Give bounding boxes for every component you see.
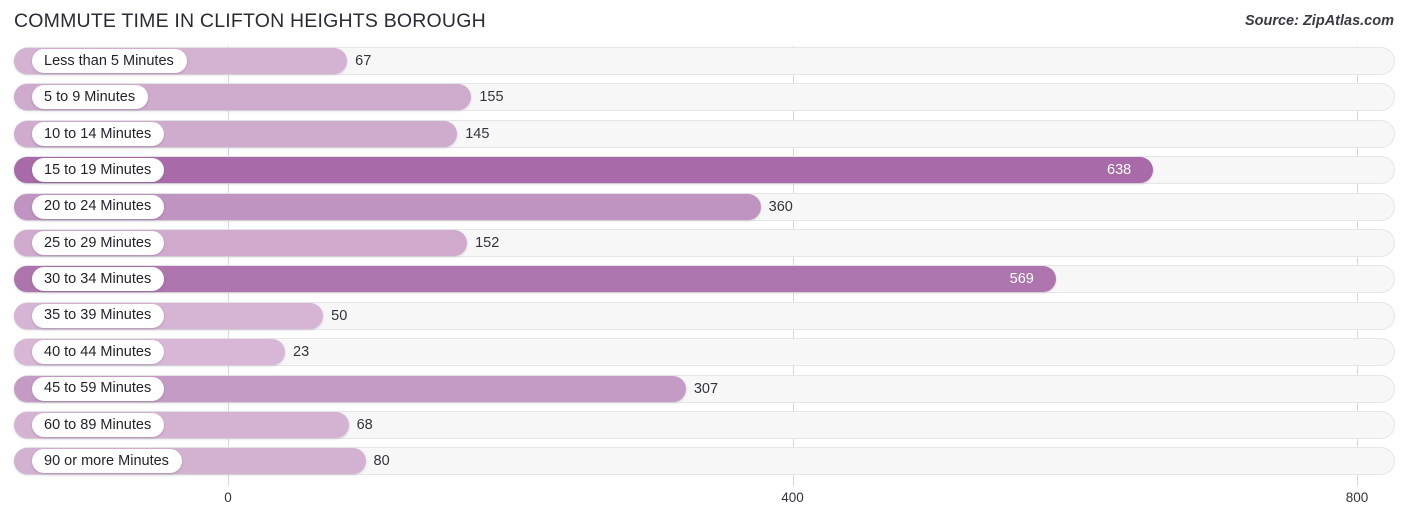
category-label: 90 or more Minutes [44,453,169,470]
bar-value-label: 307 [693,380,719,397]
category-label-pill: 25 to 29 Minutes [32,230,165,255]
category-label: 25 to 29 Minutes [44,234,152,251]
bar-value-label: 50 [331,307,348,324]
bar-value-label: 23 [293,344,310,361]
bar-value-label: 638 [1107,162,1132,179]
bar-row[interactable]: 20 to 24 Minutes 360 [0,192,1406,222]
x-axis: 0 400 800 [0,486,1406,523]
chart-plot-area: Less than 5 Minutes 67 5 to 9 Minutes 155 10… [0,46,1406,486]
bar-row[interactable]: 35 to 39 Minutes 50 [0,301,1406,331]
category-label-pill: 30 to 34 Minutes [32,267,165,292]
category-label: Less than 5 Minutes [44,52,174,69]
bar-row[interactable]: 10 to 14 Minutes 145 [0,119,1406,149]
category-label-pill: 45 to 59 Minutes [32,376,165,401]
bar-row[interactable]: 5 to 9 Minutes 155 [0,82,1406,112]
bar-value-label: 145 [465,125,490,142]
bar-row[interactable]: 45 to 59 Minutes 307 [0,374,1406,404]
x-tick-label: 0 [224,490,232,505]
category-label-pill: 90 or more Minutes [32,449,182,474]
category-label-pill: 5 to 9 Minutes [32,85,149,110]
source-attribution: Source: ZipAtlas.com [1244,13,1394,29]
bar-row[interactable]: 90 or more Minutes 80 [0,446,1406,476]
bar-value-label: 68 [356,416,373,433]
bar-rows: Less than 5 Minutes 67 5 to 9 Minutes 155 10… [0,46,1406,483]
bar-value-label: 67 [355,53,372,69]
bar-value-label: 152 [475,234,500,251]
bar-row[interactable]: 30 to 34 Minutes 569 [0,264,1406,294]
bar-row[interactable]: 25 to 29 Minutes 152 [0,228,1406,258]
category-label: 20 to 24 Minutes [44,198,152,215]
bar-value-label: 80 [373,453,390,470]
x-tick-label: 400 [781,490,804,505]
category-label: 35 to 39 Minutes [44,307,152,324]
bar-row[interactable]: Less than 5 Minutes 67 [0,46,1406,76]
category-label-pill: 10 to 14 Minutes [32,121,165,146]
category-label: 30 to 34 Minutes [44,271,152,288]
category-label: 15 to 19 Minutes [44,161,152,178]
value-bar[interactable] [14,266,1056,293]
bar-row[interactable]: 60 to 89 Minutes 68 [0,410,1406,440]
category-label-pill: 35 to 39 Minutes [32,303,165,328]
category-label: 40 to 44 Minutes [44,343,152,360]
category-label: 60 to 89 Minutes [44,416,152,433]
category-label-pill: 60 to 89 Minutes [32,412,165,437]
category-label: 10 to 14 Minutes [44,125,152,142]
x-tick-label: 800 [1345,490,1369,505]
bar-value-label: 360 [768,198,793,215]
category-label: 5 to 9 Minutes [44,89,136,106]
bar-value-label: 155 [479,89,504,106]
category-label-pill: 20 to 24 Minutes [32,194,165,219]
page-title: COMMUTE TIME IN CLIFTON HEIGHTS BOROUGH [14,10,486,32]
bar-row[interactable]: 40 to 44 Minutes 23 [0,337,1406,367]
category-label-pill: Less than 5 Minutes [32,49,187,73]
chart-header: COMMUTE TIME IN CLIFTON HEIGHTS BOROUGH … [0,0,1406,46]
bar-row[interactable]: 15 to 19 Minutes 638 [0,155,1406,185]
category-label-pill: 15 to 19 Minutes [32,158,165,183]
category-label-pill: 40 to 44 Minutes [32,340,165,365]
value-bar[interactable] [14,157,1153,184]
bar-value-label: 569 [1009,271,1034,288]
category-label: 45 to 59 Minutes [44,380,152,397]
